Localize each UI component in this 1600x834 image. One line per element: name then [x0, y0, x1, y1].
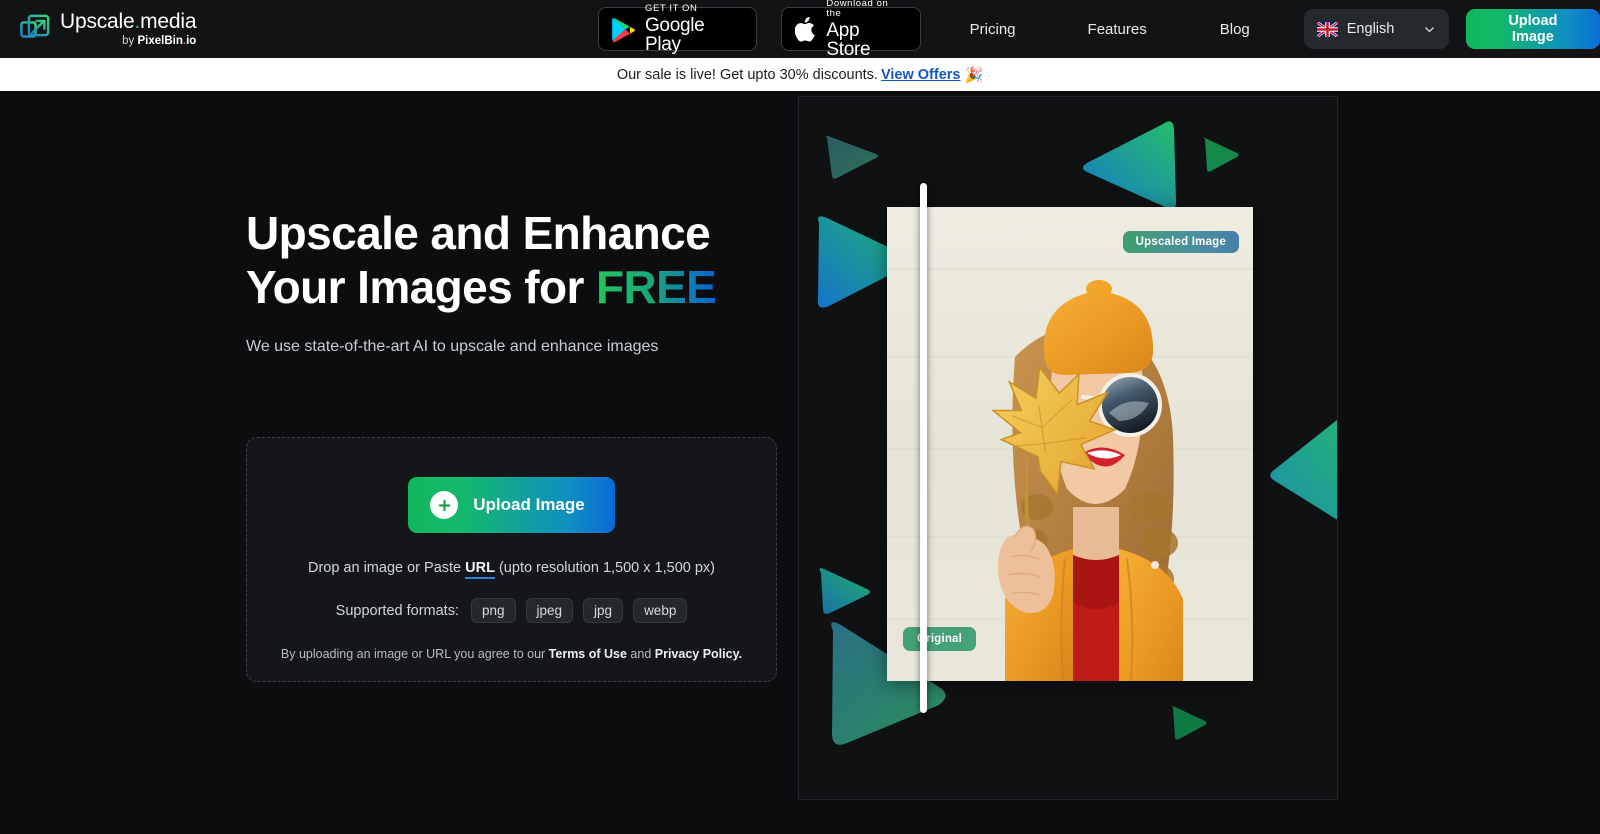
- privacy-policy-link[interactable]: Privacy Policy.: [655, 647, 742, 661]
- nav-link-features[interactable]: Features: [1088, 21, 1147, 38]
- decorative-triangle-icon: [1269, 392, 1338, 547]
- brand-by-name: PixelBin: [137, 35, 182, 47]
- google-play-text: GET IT ON Google Play: [645, 4, 740, 55]
- comparison-slider-handle[interactable]: [920, 183, 927, 713]
- app-store-small-label: Download on the: [826, 0, 903, 18]
- upload-image-button[interactable]: Upload Image: [408, 477, 614, 533]
- legal-prefix: By uploading an image or URL you agree t…: [281, 647, 549, 661]
- decorative-triangle-icon: [1167, 702, 1209, 744]
- header-upload-image-button[interactable]: Upload Image: [1466, 9, 1600, 49]
- brand-name-suffix: media: [140, 10, 196, 33]
- headline-accent-free: FREE: [596, 261, 716, 313]
- decorative-triangle-icon: [1199, 135, 1241, 175]
- headline-line-2: Your Images for: [246, 261, 596, 313]
- google-play-icon: [612, 16, 636, 43]
- brand-by-tld: io: [186, 35, 196, 47]
- page-title: Upscale and Enhance Your Images for FREE: [246, 206, 746, 315]
- view-offers-link[interactable]: View Offers: [881, 67, 961, 83]
- chevron-down-icon: [1423, 23, 1436, 36]
- upscaled-image-badge: Upscaled Image: [1123, 231, 1239, 253]
- google-play-big-label: Google Play: [645, 16, 740, 54]
- supported-formats: Supported formats: png jpeg jpg webp: [336, 598, 688, 623]
- format-chip-jpeg: jpeg: [526, 598, 574, 623]
- dropzone-hint: Drop an image or Paste URL (upto resolut…: [308, 560, 715, 576]
- uk-flag-icon: [1317, 22, 1338, 37]
- brand-logo[interactable]: Upscale.media by PixelBin.io: [20, 11, 196, 48]
- woman-with-autumn-leaf-photo: [887, 207, 1253, 681]
- upload-dropzone[interactable]: Upload Image Drop an image or Paste URL …: [246, 437, 777, 682]
- promo-banner: Our sale is live! Get upto 30% discounts…: [0, 58, 1600, 91]
- legal-disclaimer: By uploading an image or URL you agree t…: [281, 647, 742, 661]
- brand-title: Upscale.media: [60, 11, 196, 32]
- upscale-arrow-logo-icon: [20, 14, 50, 44]
- app-store-text: Download on the App Store: [826, 0, 903, 59]
- decorative-triangle-icon: [815, 563, 875, 618]
- plus-icon: [430, 491, 458, 519]
- language-selector[interactable]: English: [1304, 9, 1449, 49]
- nav-link-pricing[interactable]: Pricing: [970, 21, 1016, 38]
- image-comparison-showcase: Upscaled Image Original: [798, 96, 1338, 800]
- brand-by-prefix: by: [122, 35, 137, 47]
- decorative-triangle-icon: [1079, 117, 1189, 213]
- headline-line-1: Upscale and Enhance: [246, 207, 710, 259]
- brand-byline: by PixelBin.io: [60, 36, 196, 48]
- language-label: English: [1347, 21, 1414, 37]
- site-header: Upscale.media by PixelBin.io GET IT ON G…: [0, 0, 1600, 58]
- decorative-triangle-icon: [821, 133, 881, 181]
- format-chip-png: png: [471, 598, 516, 623]
- supported-formats-label: Supported formats:: [336, 603, 459, 619]
- format-chip-jpg: jpg: [583, 598, 623, 623]
- comparison-photo-frame: Upscaled Image Original: [887, 207, 1253, 681]
- app-store-badge[interactable]: Download on the App Store: [781, 7, 921, 51]
- google-play-small-label: GET IT ON: [645, 4, 740, 14]
- brand-text: Upscale.media by PixelBin.io: [60, 11, 196, 48]
- dropzone-hint-prefix: Drop an image or Paste: [308, 560, 465, 576]
- promo-banner-text: Our sale is live! Get upto 30% discounts…: [617, 67, 878, 83]
- hero-copy: Upscale and Enhance Your Images for FREE…: [246, 206, 746, 356]
- google-play-badge[interactable]: GET IT ON Google Play: [598, 7, 756, 51]
- hero-subtitle: We use state-of-the-art AI to upscale an…: [246, 338, 746, 356]
- original-image-badge: Original: [903, 627, 976, 651]
- terms-of-use-link[interactable]: Terms of Use: [549, 647, 627, 661]
- paste-url-link[interactable]: URL: [465, 560, 495, 579]
- apple-icon: [795, 15, 818, 44]
- brand-name-main: Upscale: [60, 10, 134, 33]
- upload-image-button-label: Upload Image: [473, 495, 584, 515]
- nav-link-blog[interactable]: Blog: [1220, 21, 1250, 38]
- dropzone-hint-suffix: (upto resolution 1,500 x 1,500 px): [495, 560, 715, 576]
- app-store-big-label: App Store: [826, 21, 903, 59]
- format-chip-webp: webp: [633, 598, 687, 623]
- legal-and: and: [627, 647, 655, 661]
- party-popper-icon: 🎉: [964, 66, 983, 84]
